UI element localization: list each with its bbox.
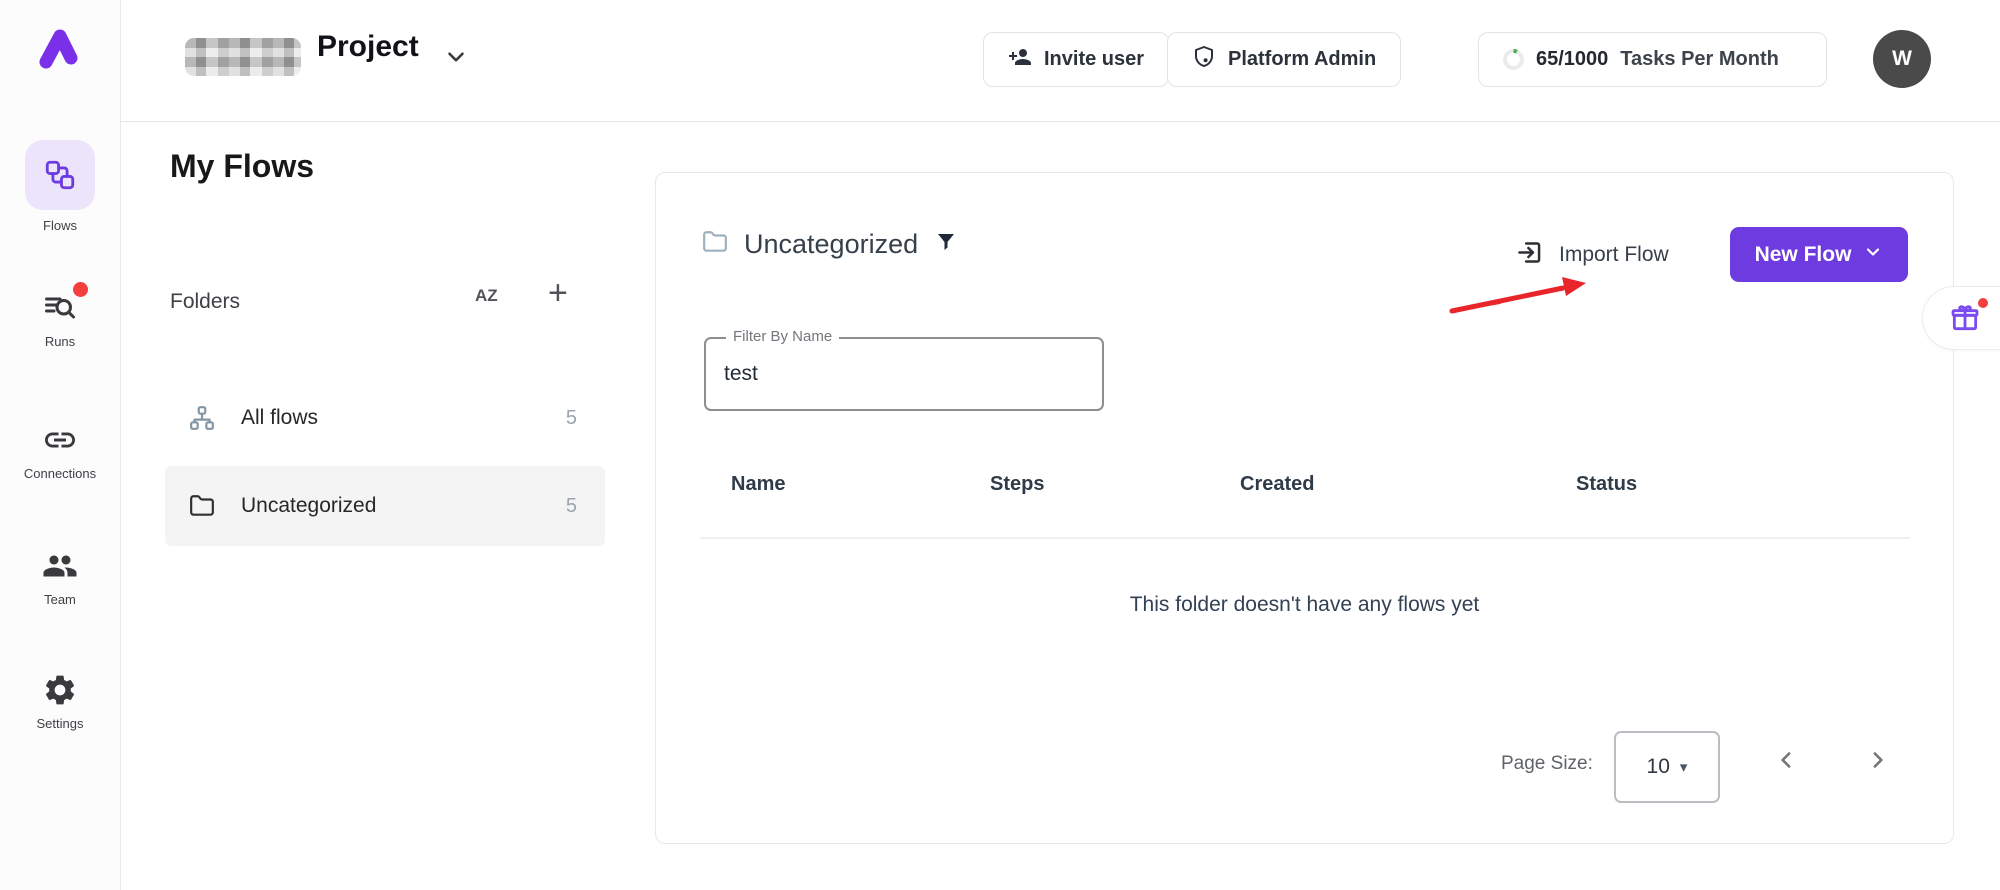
folder-outline-icon xyxy=(702,229,728,260)
user-avatar[interactable]: W xyxy=(1873,30,1931,88)
sidebar-label-flows: Flows xyxy=(43,218,77,233)
empty-state-message: This folder doesn't have any flows yet xyxy=(656,593,1953,617)
connections-icon xyxy=(42,422,78,458)
column-header-status: Status xyxy=(1576,473,1637,496)
runs-notification-badge xyxy=(73,282,88,297)
project-chevron-down-icon[interactable] xyxy=(443,44,469,75)
whats-new-gift-tab[interactable] xyxy=(1922,286,2000,350)
sidebar-label-settings: Settings xyxy=(37,716,84,731)
page-size-select[interactable]: 10 ▾ xyxy=(1614,731,1720,803)
column-header-created: Created xyxy=(1240,473,1314,496)
tasks-usage-widget[interactable]: 65/1000 Tasks Per Month xyxy=(1478,32,1827,87)
invite-user-button[interactable]: Invite user xyxy=(983,32,1169,87)
sidebar-item-connections[interactable]: Connections xyxy=(0,422,120,481)
top-header: Project Invite user Platform Admin 65/10… xyxy=(121,0,2000,122)
page-title: My Flows xyxy=(170,148,314,185)
panel-folder-title: Uncategorized xyxy=(744,229,918,260)
new-flow-chevron-down-icon xyxy=(1863,242,1883,268)
team-icon xyxy=(42,548,78,584)
shield-icon xyxy=(1192,45,1216,75)
sidebar-label-runs: Runs xyxy=(45,334,75,349)
sidebar-item-flows[interactable]: Flows xyxy=(0,140,120,233)
page-size-label: Page Size: xyxy=(1501,753,1593,775)
hierarchy-icon xyxy=(189,405,215,431)
app-window: Flows Runs Connections xyxy=(0,0,2000,890)
previous-page-button[interactable] xyxy=(1774,747,1800,773)
settings-gear-icon xyxy=(42,672,78,708)
filter-by-name-field: Filter By Name xyxy=(704,337,1104,411)
import-icon xyxy=(1516,239,1543,271)
platform-admin-button[interactable]: Platform Admin xyxy=(1167,32,1401,87)
folder-name: Uncategorized xyxy=(241,494,376,518)
sidebar-label-team: Team xyxy=(44,592,76,607)
invite-user-label: Invite user xyxy=(1044,48,1144,71)
folders-header: Folders AZ + xyxy=(170,282,610,322)
folder-count: 5 xyxy=(566,495,577,518)
page-size-value: 10 xyxy=(1647,755,1670,779)
tasks-progress-donut-icon xyxy=(1503,49,1524,70)
column-header-steps: Steps xyxy=(990,473,1044,496)
table-divider xyxy=(700,537,1910,539)
avatar-initial: W xyxy=(1892,47,1912,71)
runs-icon xyxy=(42,290,78,326)
folder-name: All flows xyxy=(241,406,318,430)
person-add-icon xyxy=(1008,45,1032,75)
tasks-usage-label: Tasks Per Month xyxy=(1620,48,1779,71)
folder-count: 5 xyxy=(566,407,577,430)
sidebar-item-settings[interactable]: Settings xyxy=(0,672,120,731)
import-flow-label: Import Flow xyxy=(1559,243,1669,267)
new-flow-label: New Flow xyxy=(1755,243,1852,267)
sort-alphabetical-icon[interactable]: AZ xyxy=(475,286,498,306)
sidebar-item-team[interactable]: Team xyxy=(0,548,120,607)
tasks-usage-value: 65/1000 xyxy=(1536,48,1608,71)
sidebar-label-connections: Connections xyxy=(24,466,96,481)
project-selector-label[interactable]: Project xyxy=(317,30,419,64)
sidebar-item-runs[interactable]: Runs xyxy=(0,290,120,349)
add-folder-button[interactable]: + xyxy=(548,276,568,310)
gift-icon xyxy=(1949,302,1981,334)
folders-heading: Folders xyxy=(170,290,240,314)
panel-header: Uncategorized xyxy=(702,229,958,260)
dropdown-arrow-icon: ▾ xyxy=(1680,758,1688,776)
sidebar: Flows Runs Connections xyxy=(0,0,121,890)
platform-admin-label: Platform Admin xyxy=(1228,48,1376,71)
filter-by-name-input[interactable] xyxy=(724,343,1084,405)
pagination-bar: Page Size: 10 ▾ xyxy=(656,729,1910,809)
gift-notification-badge xyxy=(1978,298,1988,308)
import-flow-button[interactable]: Import Flow xyxy=(1516,239,1669,271)
activepieces-logo-icon[interactable] xyxy=(30,22,86,78)
folder-item-uncategorized[interactable]: Uncategorized 5 xyxy=(165,466,605,546)
folder-icon xyxy=(189,493,215,519)
flows-icon xyxy=(43,158,77,192)
project-name-redacted xyxy=(185,38,301,76)
new-flow-button[interactable]: New Flow xyxy=(1730,227,1908,282)
next-page-button[interactable] xyxy=(1864,747,1890,773)
flows-active-tile xyxy=(25,140,95,210)
filter-funnel-icon[interactable] xyxy=(934,230,958,259)
flows-panel: Uncategorized Import Flow New Flow Filte… xyxy=(655,172,1954,844)
folder-item-all-flows[interactable]: All flows 5 xyxy=(165,378,605,458)
column-header-name: Name xyxy=(731,473,785,496)
